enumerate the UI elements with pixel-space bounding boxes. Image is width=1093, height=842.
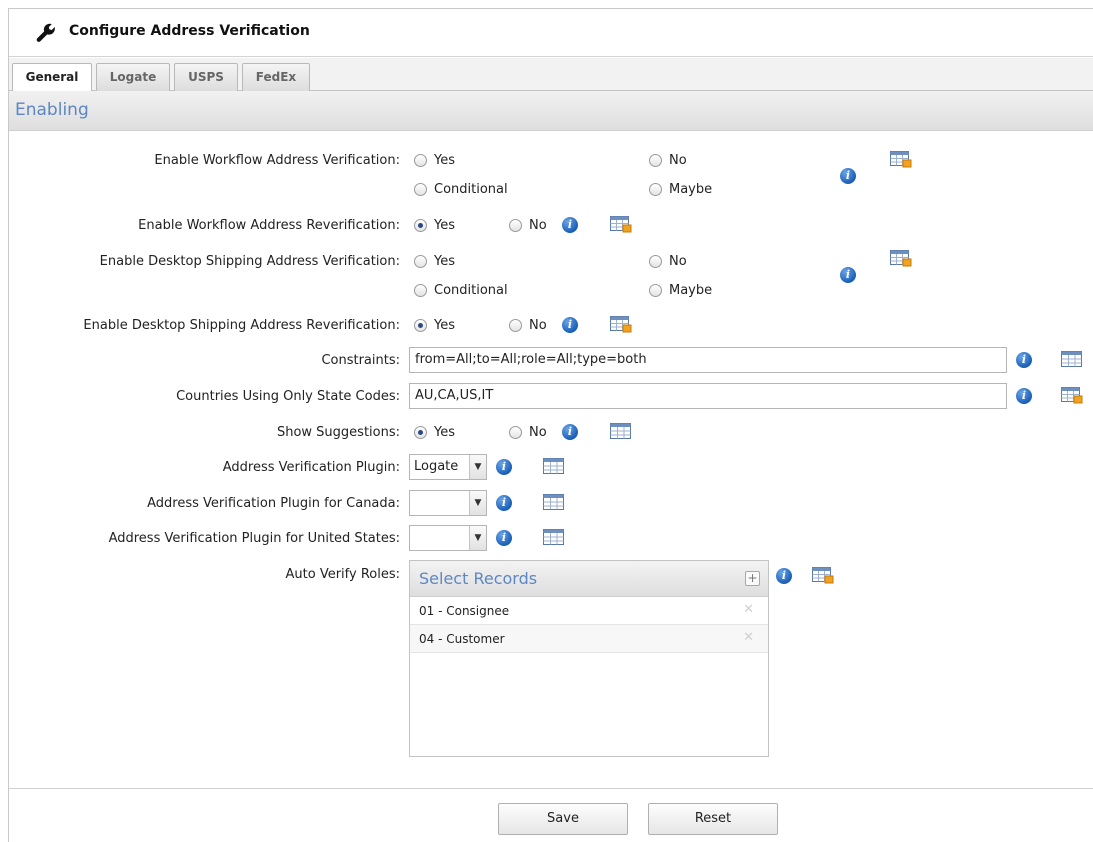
- table-icon[interactable]: [610, 423, 632, 440]
- desktop-verification-yes-radio[interactable]: Yes: [414, 254, 455, 269]
- workflow-verification-label: Enable Workflow Address Verification:: [154, 153, 400, 168]
- constraints-input[interactable]: from=All;to=All;role=All;type=both: [409, 347, 1007, 373]
- chevron-down-icon[interactable]: ▼: [469, 526, 486, 550]
- desktop-verification-conditional-radio[interactable]: Conditional: [414, 283, 508, 298]
- plugin-us-select[interactable]: ▼: [409, 525, 487, 551]
- workflow-verification-yes-radio[interactable]: Yes: [414, 153, 455, 168]
- configure-window: Configure Address Verification General L…: [8, 8, 1093, 842]
- table-icon[interactable]: [543, 529, 565, 546]
- workflow-verification-no-radio[interactable]: No: [649, 153, 687, 168]
- table-edit-icon[interactable]: [812, 567, 834, 584]
- table-icon[interactable]: [543, 458, 565, 475]
- workflow-reverification-yes-radio[interactable]: Yes: [414, 218, 455, 233]
- plugin-select[interactable]: Logate ▼: [409, 454, 487, 480]
- desktop-verification-maybe-radio[interactable]: Maybe: [649, 283, 712, 298]
- list-item-label: 01 - Consignee: [419, 604, 510, 618]
- tab-logate[interactable]: Logate: [96, 63, 170, 92]
- info-icon[interactable]: i: [496, 495, 512, 511]
- workflow-verification-maybe-radio[interactable]: Maybe: [649, 182, 712, 197]
- state-codes-input[interactable]: AU,CA,US,IT: [409, 383, 1007, 409]
- table-edit-icon[interactable]: [1061, 387, 1083, 404]
- reset-button[interactable]: Reset: [648, 803, 778, 835]
- info-icon[interactable]: i: [496, 530, 512, 546]
- table-edit-icon[interactable]: [890, 151, 912, 168]
- chevron-down-icon[interactable]: ▼: [469, 455, 486, 479]
- desktop-verification-no-radio[interactable]: No: [649, 254, 687, 269]
- workflow-reverification-no-radio[interactable]: No: [509, 218, 547, 233]
- chevron-down-icon[interactable]: ▼: [469, 491, 486, 515]
- table-icon[interactable]: [543, 494, 565, 511]
- info-icon[interactable]: i: [562, 317, 578, 333]
- show-suggestions-yes-radio[interactable]: Yes: [414, 425, 455, 440]
- info-icon[interactable]: i: [1016, 388, 1032, 404]
- table-edit-icon[interactable]: [610, 216, 632, 233]
- show-suggestions-no-radio[interactable]: No: [509, 425, 547, 440]
- footer-divider: [9, 788, 1093, 789]
- info-icon[interactable]: i: [562, 217, 578, 233]
- desktop-reverification-yes-radio[interactable]: Yes: [414, 318, 455, 333]
- plugin-label: Address Verification Plugin:: [222, 460, 400, 475]
- desktop-reverification-label: Enable Desktop Shipping Address Reverifi…: [83, 318, 400, 333]
- save-button[interactable]: Save: [498, 803, 628, 835]
- table-edit-icon[interactable]: [890, 250, 912, 267]
- close-icon[interactable]: ✕: [743, 602, 754, 617]
- wrench-icon: [36, 23, 55, 42]
- section-header: Enabling: [9, 91, 1093, 131]
- records-title: Select Records: [419, 569, 538, 588]
- tab-usps[interactable]: USPS: [174, 63, 238, 92]
- info-icon[interactable]: i: [1016, 352, 1032, 368]
- tab-general[interactable]: General: [12, 63, 92, 92]
- auto-verify-roles-panel: Select Records + 01 - Consignee ✕ 04 - C…: [409, 560, 769, 757]
- plus-icon[interactable]: +: [745, 571, 760, 586]
- section-title: Enabling: [15, 100, 89, 120]
- tab-fedex[interactable]: FedEx: [242, 63, 310, 92]
- auto-verify-roles-label: Auto Verify Roles:: [285, 567, 401, 582]
- plugin-canada-select[interactable]: ▼: [409, 490, 487, 516]
- records-header: Select Records +: [410, 561, 768, 597]
- workflow-reverification-label: Enable Workflow Address Reverification:: [138, 218, 400, 233]
- info-icon[interactable]: i: [496, 459, 512, 475]
- title-bar: Configure Address Verification: [9, 9, 1093, 57]
- list-item[interactable]: 04 - Customer ✕: [410, 625, 768, 653]
- info-icon[interactable]: i: [562, 424, 578, 440]
- tab-bar: General Logate USPS FedEx: [9, 58, 1093, 92]
- plugin-us-label: Address Verification Plugin for United S…: [108, 531, 400, 546]
- desktop-verification-label: Enable Desktop Shipping Address Verifica…: [99, 254, 400, 269]
- info-icon[interactable]: i: [840, 267, 856, 283]
- list-item[interactable]: 01 - Consignee ✕: [410, 597, 768, 625]
- desktop-reverification-no-radio[interactable]: No: [509, 318, 547, 333]
- list-item-label: 04 - Customer: [419, 632, 505, 646]
- info-icon[interactable]: i: [840, 168, 856, 184]
- table-icon[interactable]: [1061, 351, 1083, 368]
- plugin-select-value: Logate: [414, 459, 459, 474]
- state-codes-label: Countries Using Only State Codes:: [176, 389, 400, 404]
- info-icon[interactable]: i: [776, 568, 792, 584]
- show-suggestions-label: Show Suggestions:: [276, 425, 400, 440]
- constraints-label: Constraints:: [321, 353, 400, 368]
- table-edit-icon[interactable]: [610, 316, 632, 333]
- plugin-canada-label: Address Verification Plugin for Canada:: [147, 496, 400, 511]
- close-icon[interactable]: ✕: [743, 630, 754, 645]
- window-title: Configure Address Verification: [69, 23, 310, 39]
- workflow-verification-conditional-radio[interactable]: Conditional: [414, 182, 508, 197]
